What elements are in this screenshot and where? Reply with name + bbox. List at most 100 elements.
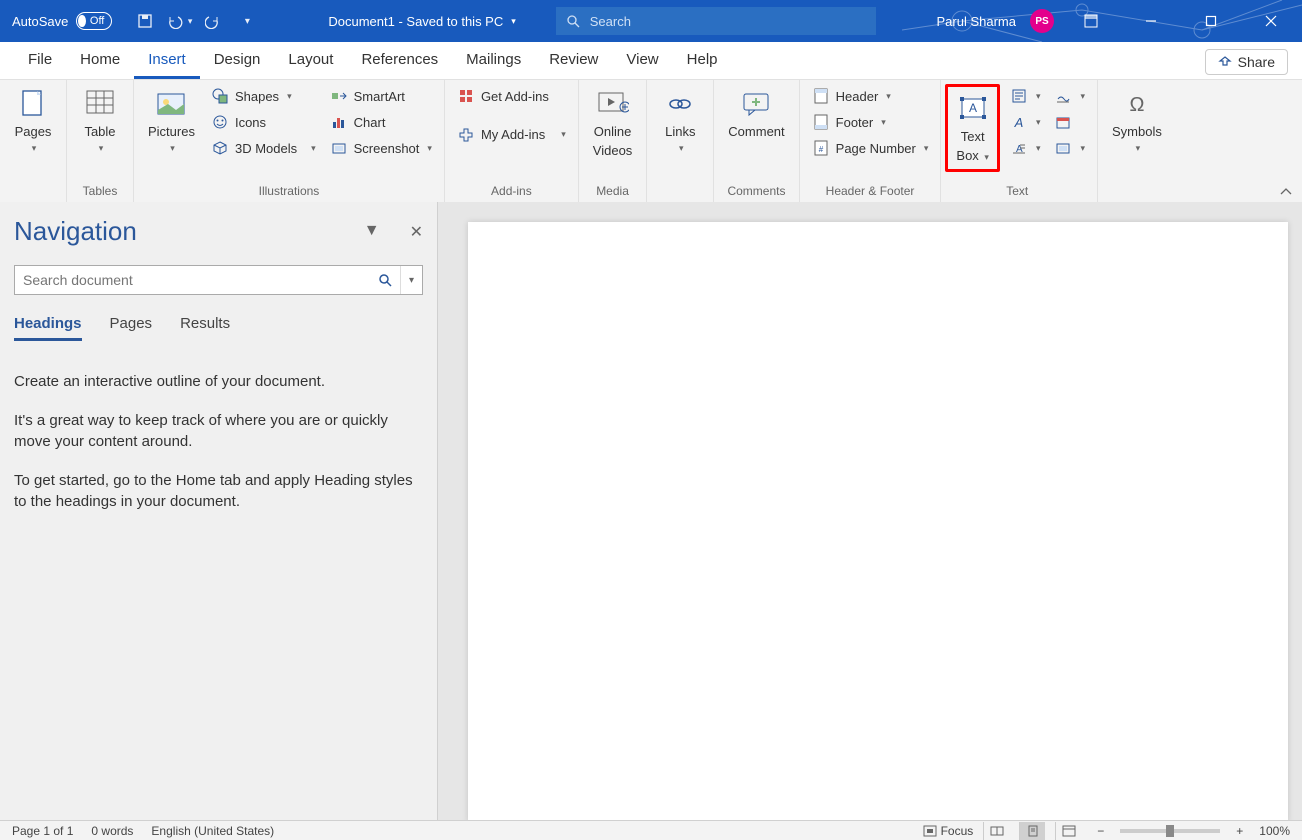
nav-tab-pages[interactable]: Pages <box>110 315 153 341</box>
minimize-button[interactable] <box>1128 0 1174 42</box>
object-button[interactable]: ▾ <box>1050 136 1089 160</box>
tab-review[interactable]: Review <box>535 43 612 79</box>
3d-models-icon <box>212 140 228 156</box>
online-label: Online <box>594 124 632 139</box>
qat-customize[interactable]: ▾ <box>234 8 260 34</box>
status-words[interactable]: 0 words <box>91 824 133 838</box>
document-page[interactable] <box>468 222 1288 820</box>
pictures-label: Pictures <box>148 124 195 139</box>
maximize-button[interactable] <box>1188 0 1234 42</box>
navigation-dropdown[interactable]: ▼ <box>364 222 380 242</box>
group-label-pages <box>8 182 58 202</box>
zoom-slider[interactable] <box>1120 829 1220 833</box>
status-bar: Page 1 of 1 0 words English (United Stat… <box>0 820 1302 840</box>
redo-button[interactable] <box>200 8 226 34</box>
page-number-button[interactable]: # Page Number▾ <box>808 136 933 160</box>
search-box[interactable] <box>556 7 876 35</box>
text-box-button[interactable]: A Text Box ▾ <box>950 89 995 167</box>
online-videos-button[interactable]: Online Videos <box>587 84 639 162</box>
footer-button[interactable]: Footer▾ <box>808 110 933 134</box>
nav-tab-headings[interactable]: Headings <box>14 315 82 341</box>
web-layout-button[interactable] <box>1055 822 1081 840</box>
tab-help[interactable]: Help <box>673 43 732 79</box>
links-button[interactable]: Links ▾ <box>655 84 705 158</box>
wordart-button[interactable]: A▾ <box>1006 110 1045 134</box>
signature-button[interactable]: ▾ <box>1050 84 1089 108</box>
avatar-initials: PS <box>1035 16 1048 27</box>
text-box-label-1: Text <box>961 129 985 144</box>
tab-references[interactable]: References <box>347 43 452 79</box>
autosave-toggle[interactable]: AutoSave Off <box>0 12 124 30</box>
signature-icon <box>1056 89 1070 103</box>
print-layout-button[interactable] <box>1019 822 1045 840</box>
group-comments: Comment Comments <box>714 80 799 202</box>
drop-cap-button[interactable]: A▾ <box>1006 136 1045 160</box>
nav-tab-results[interactable]: Results <box>180 315 230 341</box>
group-label-illustrations: Illustrations <box>142 182 436 202</box>
undo-button[interactable]: ▾ <box>166 8 192 34</box>
navigation-search-input[interactable] <box>15 266 370 294</box>
close-button[interactable] <box>1248 0 1294 42</box>
focus-button[interactable]: Focus <box>923 824 974 838</box>
smartart-button[interactable]: SmartArt <box>326 84 436 108</box>
tab-file[interactable]: File <box>14 43 66 79</box>
avatar[interactable]: PS <box>1030 9 1054 33</box>
nav-body-p1: Create an interactive outline of your do… <box>14 371 423 392</box>
tab-mailings[interactable]: Mailings <box>452 43 535 79</box>
svg-text:A: A <box>969 101 977 115</box>
document-title[interactable]: Document1 - Saved to this PC ▾ <box>268 14 555 29</box>
ribbon-display-button[interactable] <box>1068 0 1114 42</box>
share-label: Share <box>1238 54 1275 70</box>
wordart-icon: A <box>1012 115 1026 129</box>
group-text: A Text Box ▾ ▾ A▾ A▾ ▾ ▾ Text <box>941 80 1098 202</box>
pages-button[interactable]: Pages ▾ <box>8 84 58 158</box>
share-button[interactable]: Share <box>1205 49 1288 75</box>
quick-parts-button[interactable]: ▾ <box>1006 84 1045 108</box>
pictures-button[interactable]: Pictures ▾ <box>142 84 201 158</box>
zoom-in-button[interactable]: + <box>1230 824 1249 838</box>
icons-button[interactable]: Icons <box>207 110 320 134</box>
status-page[interactable]: Page 1 of 1 <box>12 824 73 838</box>
header-button[interactable]: Header▾ <box>808 84 933 108</box>
save-button[interactable] <box>132 8 158 34</box>
navigation-search-dropdown[interactable]: ▾ <box>400 266 422 294</box>
zoom-thumb[interactable] <box>1166 825 1174 837</box>
shapes-button[interactable]: Shapes▾ <box>207 84 320 108</box>
icons-label: Icons <box>235 115 266 130</box>
navigation-search[interactable]: ▾ <box>14 265 423 295</box>
table-button[interactable]: Table ▾ <box>75 84 125 158</box>
zoom-out-button[interactable]: − <box>1091 824 1110 838</box>
screenshot-button[interactable]: Screenshot▾ <box>326 136 436 160</box>
read-mode-button[interactable] <box>983 822 1009 840</box>
maximize-icon <box>1205 15 1217 27</box>
group-label-header-footer: Header & Footer <box>808 182 933 202</box>
navigation-search-button[interactable] <box>370 266 400 294</box>
symbols-button[interactable]: Ω Symbols ▾ <box>1106 84 1168 158</box>
status-language[interactable]: English (United States) <box>151 824 274 838</box>
comment-button[interactable]: Comment <box>722 84 790 143</box>
tab-insert[interactable]: Insert <box>134 43 200 79</box>
navigation-title: Navigation <box>14 216 137 247</box>
collapse-ribbon-button[interactable] <box>1280 188 1292 196</box>
chart-button[interactable]: Chart <box>326 110 436 134</box>
get-addins-button[interactable]: Get Add-ins <box>453 84 570 108</box>
search-input[interactable] <box>590 14 866 29</box>
user-name[interactable]: Parul Sharma <box>937 14 1016 29</box>
tab-home[interactable]: Home <box>66 43 134 79</box>
search-icon <box>378 273 392 287</box>
3d-models-button[interactable]: 3D Models▾ <box>207 136 320 160</box>
tab-design[interactable]: Design <box>200 43 275 79</box>
table-label: Table <box>84 124 115 139</box>
zoom-level[interactable]: 100% <box>1259 824 1290 838</box>
document-area[interactable] <box>438 202 1302 820</box>
tab-view[interactable]: View <box>612 43 672 79</box>
object-icon <box>1056 141 1070 155</box>
navigation-body: Create an interactive outline of your do… <box>14 371 423 512</box>
my-addins-button[interactable]: My Add-ins▾ <box>453 122 570 146</box>
tab-layout[interactable]: Layout <box>274 43 347 79</box>
navigation-close[interactable]: ✕ <box>410 222 423 242</box>
svg-text:#: # <box>818 145 823 154</box>
date-time-button[interactable] <box>1050 110 1089 134</box>
undo-icon <box>166 13 185 29</box>
autosave-state: Off <box>86 15 110 27</box>
